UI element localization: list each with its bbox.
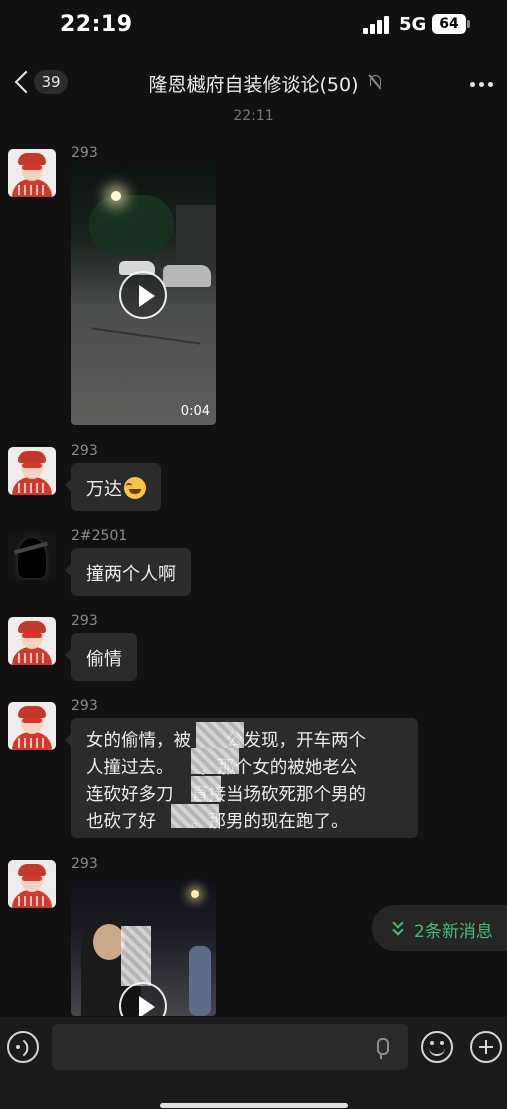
video-message[interactable]: 0:04 xyxy=(71,165,216,425)
text-message[interactable]: 偷情 xyxy=(65,633,137,681)
laughing-emoji-icon xyxy=(124,477,146,499)
more-icon[interactable] xyxy=(470,82,494,88)
double-chevron-down-icon xyxy=(392,917,406,937)
message-text: 撞两个人啊 xyxy=(86,564,176,585)
message-timestamp: 22:11 xyxy=(233,108,274,124)
mosaic-blur xyxy=(171,804,219,828)
sender-name: 2#2501 xyxy=(71,528,128,544)
avatar[interactable] xyxy=(8,532,56,580)
text-message[interactable]: 撞两个人啊 xyxy=(65,548,191,596)
text-message[interactable]: 女的偷情，被 公发现，开车两个 人撞过去。 ，那个女的被她老公 连砍好多刀 直接… xyxy=(65,718,418,838)
message-text: 万达 xyxy=(86,479,122,500)
plus-icon[interactable] xyxy=(470,1031,502,1063)
video-message[interactable] xyxy=(71,876,216,1016)
new-messages-label: 2条新消息 xyxy=(414,922,493,942)
message-line: 也砍了好 。那男的现在跑了。 xyxy=(86,812,349,832)
input-bar xyxy=(0,1017,507,1109)
avatar[interactable] xyxy=(8,617,56,665)
message-line: 连砍好多刀 直接当场砍死那个男的 xyxy=(86,785,366,805)
mosaic-blur xyxy=(191,776,221,802)
play-icon[interactable] xyxy=(119,982,167,1016)
avatar[interactable] xyxy=(8,702,56,750)
message-line: 女的偷情，被 公发现，开车两个 xyxy=(86,731,366,751)
signal-icon xyxy=(363,16,391,34)
avatar[interactable] xyxy=(8,860,56,908)
avatar[interactable] xyxy=(8,149,56,197)
mosaic-blur xyxy=(191,748,239,774)
text-message[interactable]: 万达 xyxy=(65,463,161,511)
battery-indicator: 64 xyxy=(432,14,470,34)
home-indicator xyxy=(160,1103,348,1108)
video-duration: 0:04 xyxy=(180,404,210,419)
mute-icon xyxy=(368,74,382,90)
new-messages-button[interactable]: 2条新消息 xyxy=(372,905,507,951)
sender-name: 293 xyxy=(71,856,98,872)
play-icon[interactable] xyxy=(119,271,167,319)
sender-name: 293 xyxy=(71,698,98,714)
chat-header: 39 隆恩樾府自装修谈论(50) xyxy=(0,58,507,108)
avatar[interactable] xyxy=(8,447,56,495)
status-bar: 22:19 5G 64 xyxy=(0,0,507,52)
mic-icon[interactable] xyxy=(374,1038,389,1060)
sender-name: 293 xyxy=(71,613,98,629)
mosaic-blur xyxy=(121,926,151,986)
sender-name: 293 xyxy=(71,443,98,459)
voice-icon[interactable] xyxy=(7,1031,39,1063)
message-line: 人撞过去。 ，那个女的被她老公 xyxy=(86,758,358,778)
status-time: 22:19 xyxy=(60,12,133,37)
sender-name: 293 xyxy=(71,145,98,161)
emoji-icon[interactable] xyxy=(421,1031,453,1063)
mosaic-blur xyxy=(196,722,244,748)
message-text: 偷情 xyxy=(86,649,122,670)
network-type: 5G xyxy=(399,14,427,35)
chat-title: 隆恩樾府自装修谈论(50) xyxy=(148,74,359,96)
message-input[interactable] xyxy=(52,1024,408,1070)
